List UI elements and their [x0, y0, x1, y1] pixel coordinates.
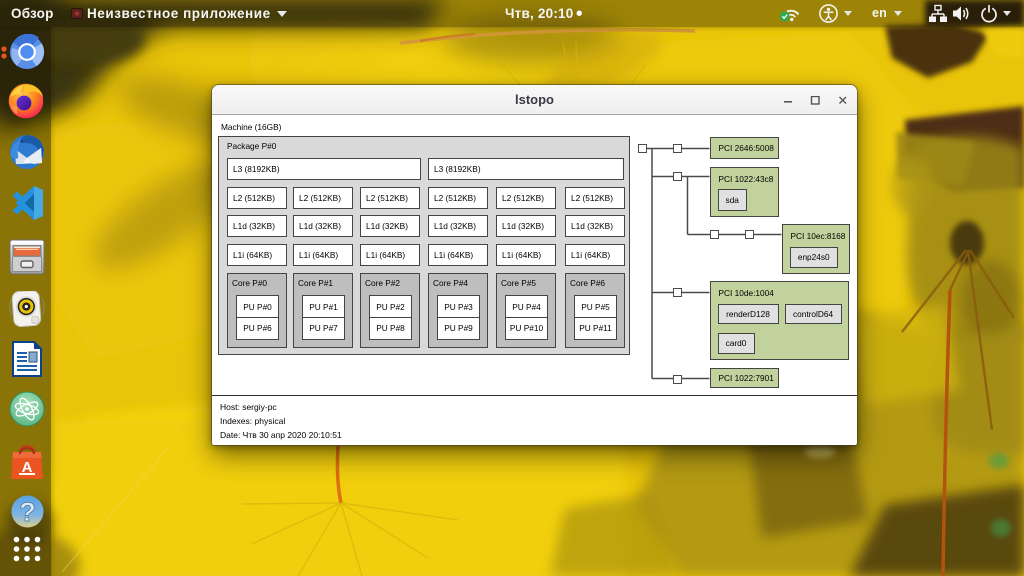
- svg-text:?: ?: [19, 497, 36, 527]
